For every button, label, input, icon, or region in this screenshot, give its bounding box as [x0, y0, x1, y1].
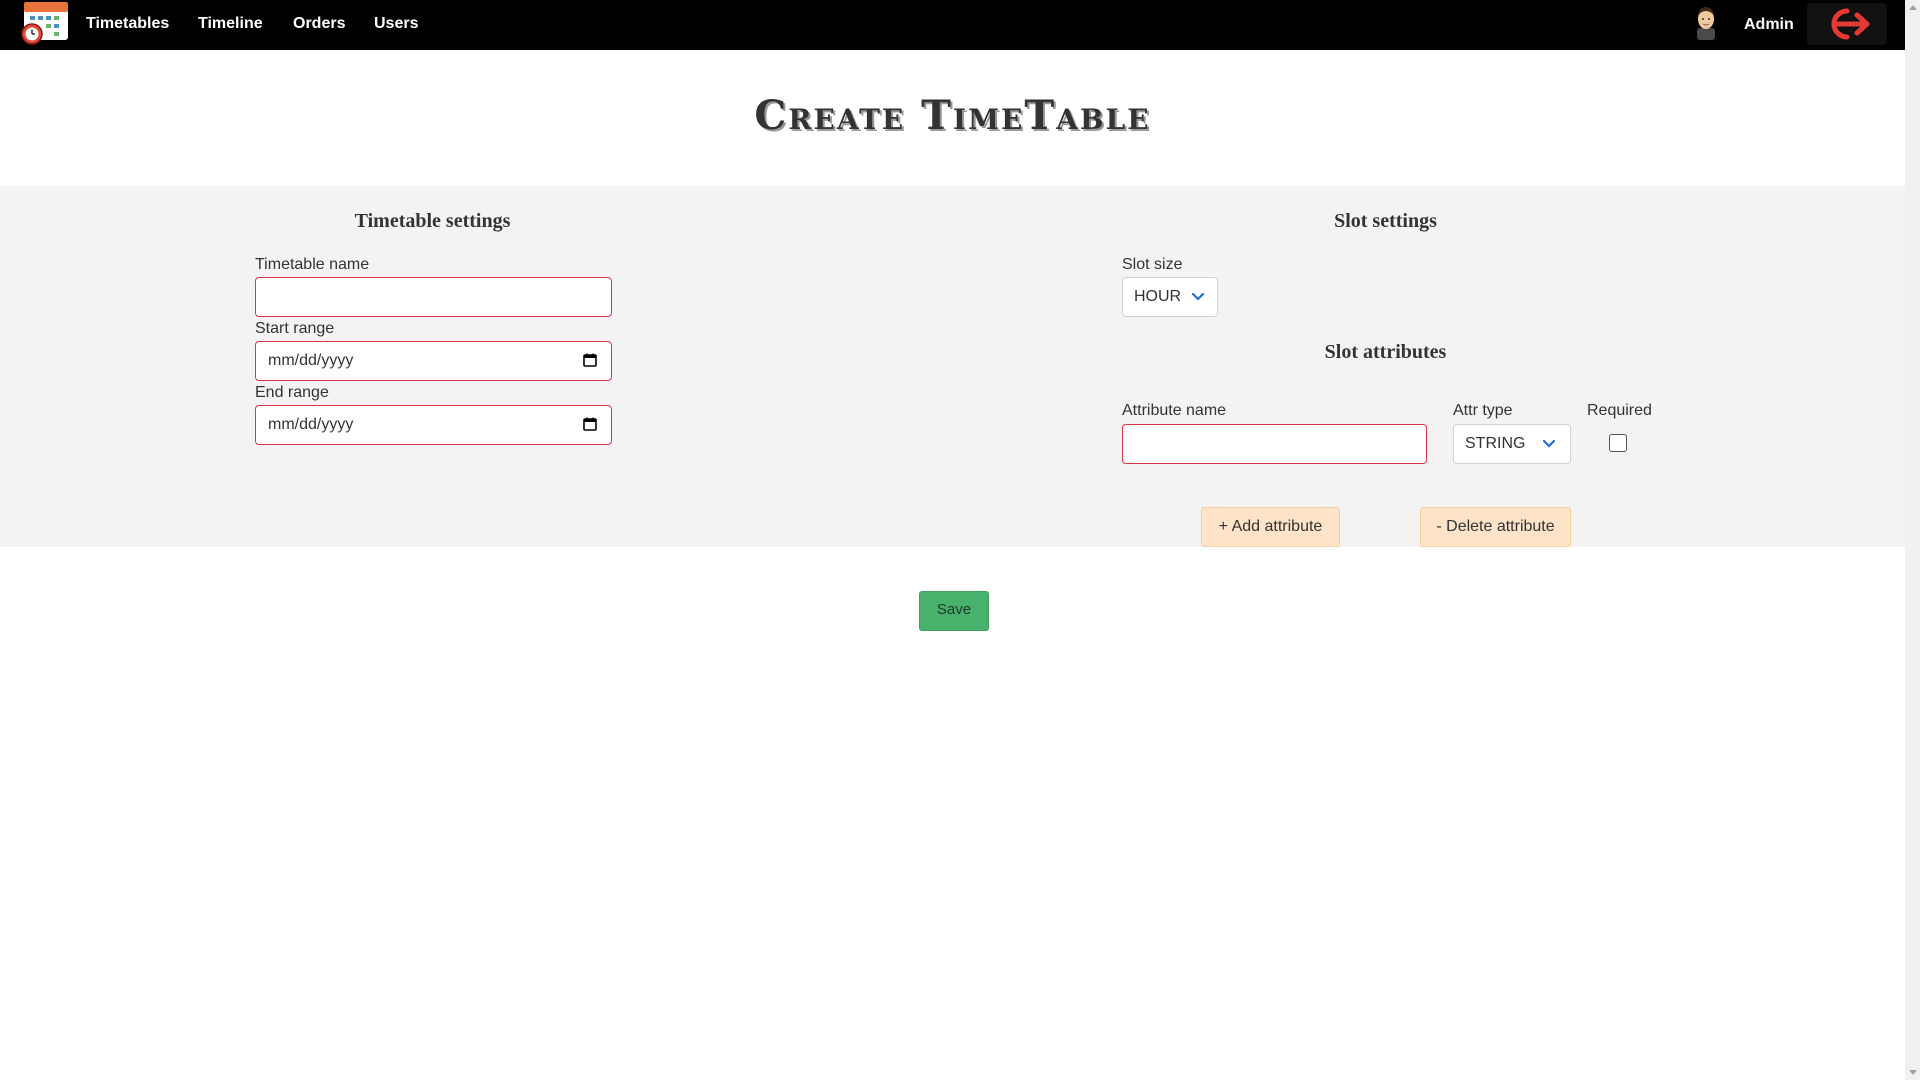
vertical-scrollbar[interactable]	[1905, 0, 1920, 1080]
required-label: Required	[1587, 402, 1652, 419]
calendar-icon[interactable]	[583, 353, 597, 367]
attr-type-label: Attr type	[1453, 402, 1513, 419]
save-button[interactable]: Save	[919, 591, 989, 631]
logout-arrow-icon	[1831, 8, 1870, 40]
nav-link-orders[interactable]: Orders	[293, 15, 345, 33]
calendar-clock-icon[interactable]	[18, 0, 72, 46]
end-range-placeholder: mm/dd/yyyy	[268, 416, 354, 433]
required-checkbox[interactable]	[1609, 434, 1627, 452]
slot-size-select[interactable]: HOUR	[1122, 277, 1218, 317]
user-name: Admin	[1744, 16, 1794, 33]
page-title: Create TimeTable	[754, 92, 1151, 139]
timetable-settings-heading: Timetable settings	[354, 210, 511, 232]
nav-link-timetables[interactable]: Timetables	[86, 15, 169, 33]
end-range-input[interactable]: mm/dd/yyyy	[255, 405, 612, 445]
start-range-label: Start range	[255, 320, 335, 337]
attr-type-value: STRING	[1465, 435, 1526, 452]
chevron-down-icon	[1191, 292, 1205, 301]
scroll-up-icon[interactable]	[1909, 5, 1917, 10]
scroll-down-icon[interactable]	[1909, 1070, 1917, 1075]
logout-button[interactable]	[1807, 3, 1887, 45]
chevron-down-icon	[1542, 439, 1556, 448]
delete-attribute-button[interactable]: - Delete attribute	[1420, 507, 1571, 547]
slot-size-value: HOUR	[1134, 288, 1182, 305]
timetable-name-label: Timetable name	[255, 256, 370, 273]
calendar-icon[interactable]	[583, 417, 597, 431]
nav-link-users[interactable]: Users	[374, 15, 418, 33]
slot-settings-heading: Slot settings	[1334, 210, 1437, 232]
attribute-name-input[interactable]	[1122, 424, 1427, 464]
attr-type-select[interactable]: STRING	[1453, 424, 1571, 464]
slot-attributes-heading: Slot attributes	[1324, 341, 1447, 363]
attribute-name-label: Attribute name	[1122, 402, 1227, 419]
top-navbar: Timetables Timeline Orders Users Admin	[0, 0, 1905, 50]
nav-link-timeline[interactable]: Timeline	[198, 15, 263, 33]
start-range-placeholder: mm/dd/yyyy	[268, 352, 354, 369]
timetable-name-input[interactable]	[255, 277, 612, 317]
start-range-input[interactable]: mm/dd/yyyy	[255, 341, 612, 381]
end-range-label: End range	[255, 384, 329, 401]
add-attribute-button[interactable]: + Add attribute	[1201, 507, 1340, 547]
slot-size-label: Slot size	[1122, 256, 1183, 273]
user-avatar-icon[interactable]	[1692, 4, 1720, 40]
settings-panel: Timetable settings Timetable name Start …	[0, 186, 1905, 547]
